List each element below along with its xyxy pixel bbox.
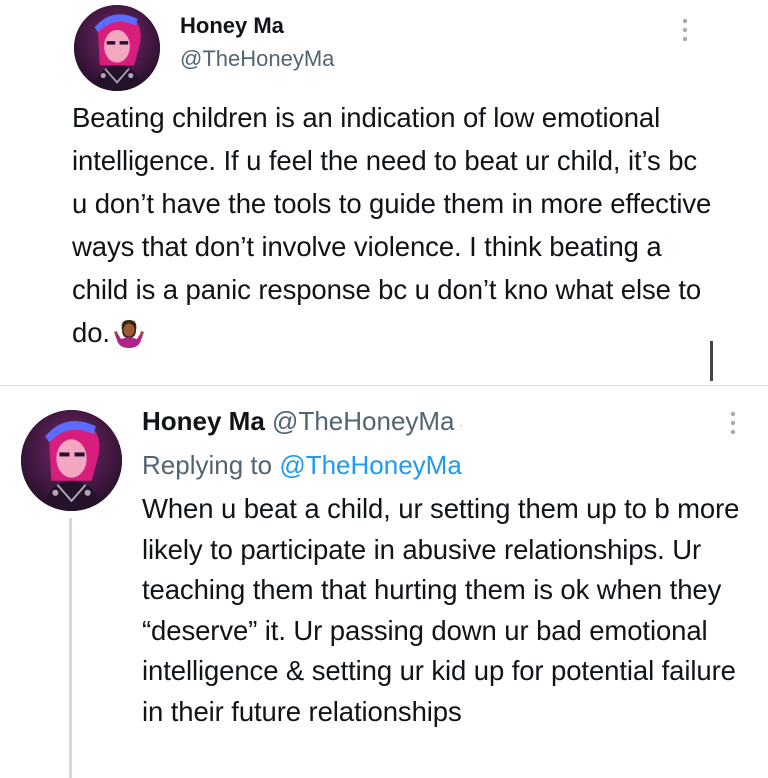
author-name[interactable]: Honey Ma [180, 12, 284, 40]
more-options-icon[interactable] [728, 410, 738, 436]
reply-header: Honey Ma @TheHoneyMa · [142, 404, 464, 443]
replying-handle-link[interactable]: @TheHoneyMa [279, 450, 461, 480]
avatar[interactable] [74, 5, 160, 91]
tweet-text: Beating children is an indication of low… [72, 96, 712, 354]
author-handle[interactable]: @TheHoneyMa [272, 406, 454, 436]
author-handle[interactable]: @TheHoneyMa [180, 45, 334, 73]
thread-line [69, 518, 72, 778]
replying-label: Replying to [142, 450, 273, 480]
replying-to: Replying to @TheHoneyMa [142, 448, 462, 482]
separator-dot: · [458, 417, 464, 434]
avatar[interactable] [21, 410, 122, 511]
author-name[interactable]: Honey Ma [142, 406, 265, 436]
person-shrugging-emoji [113, 317, 144, 348]
reply-tweet: Honey Ma @TheHoneyMa · Replying to @TheHo… [0, 386, 768, 778]
text-cursor [710, 341, 713, 381]
profile-photo [74, 5, 160, 91]
tweet-text-content: Beating children is an indication of low… [72, 102, 712, 348]
more-options-icon[interactable] [680, 17, 690, 43]
main-tweet: Honey Ma @TheHoneyMa Beating children is… [0, 0, 768, 384]
reply-text: When u beat a child, ur setting them up … [142, 493, 740, 727]
profile-photo [21, 410, 122, 511]
